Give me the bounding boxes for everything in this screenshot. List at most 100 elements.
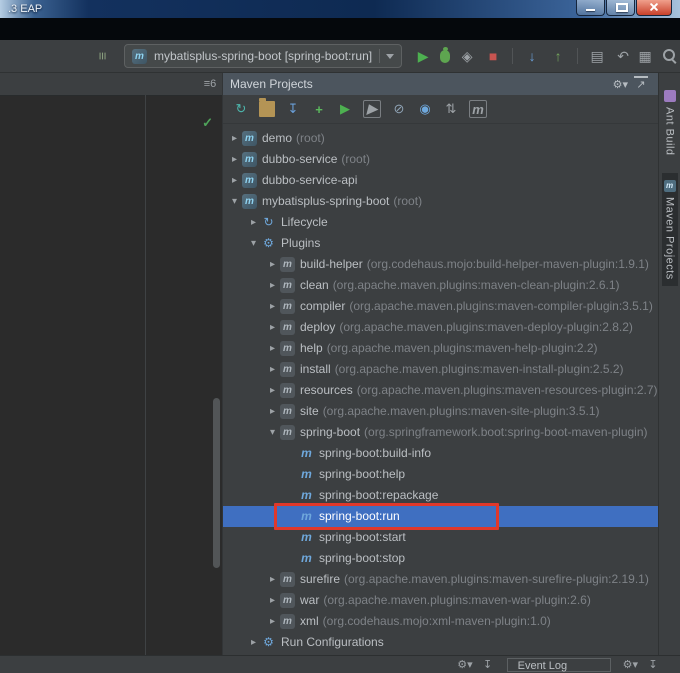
tree-row-site[interactable]: ▸ m site (org.apache.maven.plugins:maven-si… <box>223 401 658 422</box>
chevron-collapsed-icon[interactable]: ▸ <box>265 590 280 611</box>
add-icon[interactable]: + <box>311 101 327 117</box>
chevron-collapsed-icon[interactable]: ▸ <box>265 296 280 317</box>
tool-buttons-icon[interactable]: ≡ <box>94 47 112 65</box>
separator <box>577 48 579 64</box>
vcs-update-icon[interactable]: ↓ <box>523 47 541 65</box>
tree-item-detail: (org.apache.maven.plugins:maven-resource… <box>356 383 658 397</box>
stop-icon[interactable]: ■ <box>484 47 502 65</box>
chevron-collapsed-icon[interactable]: ▸ <box>265 611 280 632</box>
event-log-widget[interactable]: Event Log <box>506 657 611 672</box>
statusbar-settings-icon[interactable]: ⚙▾ <box>457 658 472 672</box>
chevron-collapsed-icon[interactable]: ▸ <box>265 401 280 422</box>
tree-row-lifecycle[interactable]: ▸ ↻ Lifecycle <box>223 212 658 233</box>
chevron-expanded-icon[interactable]: ▾ <box>227 191 242 212</box>
chevron-collapsed-icon[interactable]: ▸ <box>227 170 242 191</box>
tree-row-spring-boot:repackage[interactable]: m spring-boot:repackage <box>223 485 658 506</box>
search-icon[interactable] <box>662 48 678 64</box>
skip-tests-icon[interactable]: ⊘ <box>391 101 407 117</box>
tree-item-detail: (org.apache.maven.plugins:maven-install-… <box>334 362 624 376</box>
reimport-icon[interactable]: ↻ <box>233 101 249 117</box>
restore-layout-icon[interactable]: ▦ <box>636 47 654 65</box>
chevron-collapsed-icon[interactable]: ▸ <box>227 128 242 149</box>
panel-settings-icon[interactable]: ⚙▾ <box>613 77 628 91</box>
plugin-icon: m <box>280 425 295 440</box>
run-configurations-icon: ⚙ <box>263 635 274 649</box>
plugin-icon: m <box>280 320 295 335</box>
tree-row-spring-boot:start[interactable]: m spring-boot:start <box>223 527 658 548</box>
tree-row-spring-boot:stop[interactable]: m spring-boot:stop <box>223 548 658 569</box>
eventlog-settings-icon[interactable]: ⚙▾ <box>623 658 638 672</box>
goal-icon: m <box>301 488 312 502</box>
tree-row-deploy[interactable]: ▸ m deploy (org.apache.maven.plugins:maven-… <box>223 317 658 338</box>
tree-row-build-helper[interactable]: ▸ m build-helper (org.codehaus.mojo:build-h… <box>223 254 658 275</box>
download-sources-icon[interactable]: ↧ <box>285 101 301 117</box>
tree-item-detail: (root) <box>393 194 423 208</box>
minimize-button[interactable] <box>576 0 605 16</box>
tree-row-dubbo-service-api[interactable]: ▸ m dubbo-service-api <box>223 170 658 191</box>
tree-item-label: deploy <box>300 320 336 334</box>
goal-icon: m <box>301 467 312 481</box>
tree-row-spring-boot:run[interactable]: m spring-boot:run <box>223 503 658 530</box>
tree-row-install[interactable]: ▸ m install (org.apache.maven.plugins:maven… <box>223 359 658 380</box>
debug-icon[interactable] <box>440 46 451 63</box>
chevron-collapsed-icon[interactable]: ▸ <box>246 212 261 233</box>
tool-window-button-ant-build[interactable]: Ant Build <box>662 83 678 163</box>
diff-icon[interactable]: ▤ <box>588 47 606 65</box>
chevron-collapsed-icon[interactable]: ▸ <box>265 254 280 275</box>
tree-row-dubbo-service[interactable]: ▸ m dubbo-service (root) <box>223 149 658 170</box>
tree-item-label: spring-boot:repackage <box>319 488 439 502</box>
eventlog-import-icon[interactable]: ↧ <box>646 658 660 672</box>
tree-row-help[interactable]: ▸ m help (org.apache.maven.plugins:maven-he… <box>223 338 658 359</box>
maven-project-icon: m <box>242 194 257 209</box>
chevron-collapsed-icon[interactable]: ▸ <box>265 275 280 296</box>
editor-scrollbar[interactable] <box>213 398 220 568</box>
close-button[interactable] <box>636 0 672 16</box>
chevron-expanded-icon[interactable]: ▾ <box>265 422 280 443</box>
chevron-collapsed-icon[interactable]: ▸ <box>227 149 242 170</box>
coverage-icon[interactable]: ◈ <box>458 47 476 65</box>
tree-row-run-configurations[interactable]: ▸ ⚙ Run Configurations <box>223 632 658 653</box>
chevron-collapsed-icon[interactable]: ▸ <box>246 632 261 653</box>
maven-settings-icon[interactable]: m <box>469 100 487 118</box>
maximize-button[interactable] <box>606 0 635 16</box>
goal-icon: m <box>301 530 312 544</box>
tree-row-spring-boot[interactable]: ▾ m spring-boot (org.springframework.boot:s… <box>223 422 658 443</box>
chevron-collapsed-icon[interactable]: ▸ <box>265 359 280 380</box>
chevron-collapsed-icon[interactable]: ▸ <box>265 338 280 359</box>
panel-splitter[interactable] <box>145 95 146 655</box>
chevron-collapsed-icon[interactable]: ▸ <box>265 569 280 590</box>
tree-row-compiler[interactable]: ▸ m compiler (org.apache.maven.plugins:mave… <box>223 296 658 317</box>
chevron-collapsed-icon[interactable]: ▸ <box>265 317 280 338</box>
tree-item-detail: (org.apache.maven.plugins:maven-help-plu… <box>326 341 598 355</box>
tree-row-plugins[interactable]: ▾ ⚙ Plugins <box>223 233 658 254</box>
chevron-expanded-icon[interactable]: ▾ <box>246 233 261 254</box>
dependencies-icon[interactable]: ◉ <box>417 101 433 117</box>
tree-item-label: spring-boot:start <box>319 530 406 544</box>
vcs-commit-icon[interactable]: ↑ <box>549 47 567 65</box>
hidden-tabs-icon[interactable]: ≡6 <box>203 77 217 91</box>
tree-row-clean[interactable]: ▸ m clean (org.apache.maven.plugins:maven-c… <box>223 275 658 296</box>
run-goal-icon[interactable]: ▶ <box>337 101 353 117</box>
tree-row-mybatisplus-spring-boot[interactable]: ▾ m mybatisplus-spring-boot (root) <box>223 191 658 212</box>
collapse-all-icon[interactable]: ⇅ <box>443 101 459 117</box>
tree-row-surefire[interactable]: ▸ m surefire (org.apache.maven.plugins:mave… <box>223 569 658 590</box>
tree-row-spring-boot:build-info[interactable]: m spring-boot:build-info <box>223 443 658 464</box>
rollback-icon[interactable]: ↶ <box>614 47 632 65</box>
run-config-selector[interactable]: m mybatisplus-spring-boot [spring-boot:r… <box>124 44 403 68</box>
run-icon[interactable]: ▶ <box>414 47 432 65</box>
hide-panel-icon[interactable]: ↗ <box>634 76 648 92</box>
tree-row-xml[interactable]: ▸ m xml (org.codehaus.mojo:xml-maven-plugin… <box>223 611 658 632</box>
tree-row-resources[interactable]: ▸ m resources (org.apache.maven.plugins:mav… <box>223 380 658 401</box>
plugin-icon: m <box>280 404 295 419</box>
chevron-collapsed-icon[interactable]: ▸ <box>265 380 280 401</box>
maven-run-config-icon: m <box>132 48 147 64</box>
tree-row-spring-boot:help[interactable]: m spring-boot:help <box>223 464 658 485</box>
execute-goal-icon[interactable]: ▶ <box>363 100 381 118</box>
combo-divider <box>379 49 381 63</box>
tree-row-demo[interactable]: ▸ m demo (root) <box>223 128 658 149</box>
tree-row-war[interactable]: ▸ m war (org.apache.maven.plugins:maven-war… <box>223 590 658 611</box>
statusbar-import-icon[interactable]: ↧ <box>481 658 495 672</box>
maven-tree: ▸ m demo (root) ▸ m dubbo-service (root) ▸ m dubbo… <box>223 124 658 655</box>
generate-sources-icon[interactable] <box>259 98 275 117</box>
tool-window-button-maven-projects[interactable]: m Maven Projects <box>661 172 678 287</box>
